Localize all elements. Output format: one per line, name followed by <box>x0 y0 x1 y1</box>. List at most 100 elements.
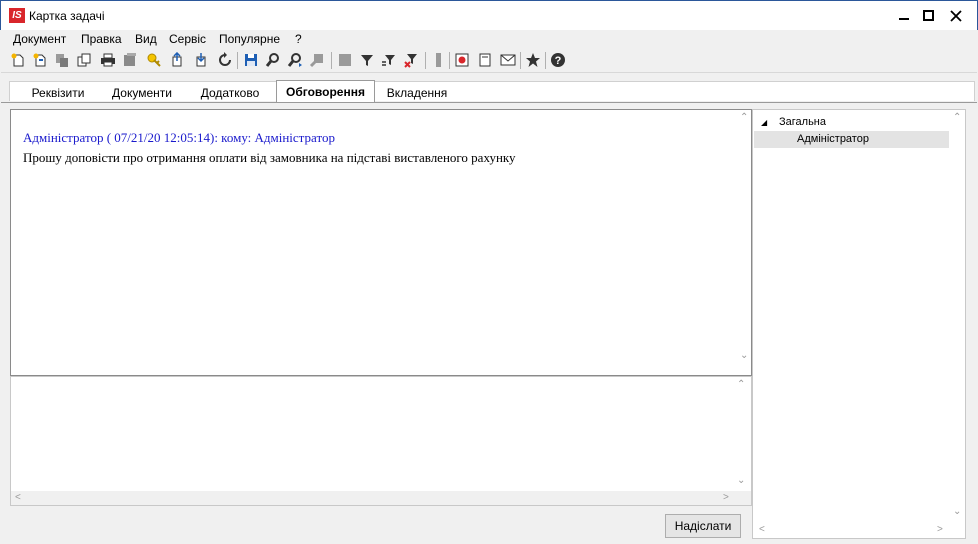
save-icon <box>245 54 257 66</box>
send-button[interactable]: Надіслати <box>665 514 741 538</box>
gray-stack-icon <box>124 53 136 66</box>
import-icon <box>196 53 206 67</box>
menu-popular[interactable]: Популярне <box>219 32 280 46</box>
import-button[interactable] <box>193 52 209 68</box>
maximize-icon <box>922 10 934 21</box>
new-doc-icon <box>11 53 24 67</box>
menu-view[interactable]: Вид <box>135 32 157 46</box>
form-button[interactable] <box>477 52 493 68</box>
app-logo: IS <box>9 8 25 23</box>
scroll-up-icon[interactable]: ⌃ <box>740 112 748 123</box>
message-body: Прошу доповісти про отримання оплати від… <box>23 150 516 165</box>
title-bar: IS Картка задачі <box>0 0 978 30</box>
recipients-tree: ◢ Загальна Адміністратор ⌃ ⌄ < > <box>752 109 966 539</box>
toolbar-separator <box>425 52 426 69</box>
scroll-left-icon[interactable]: < <box>15 492 21 503</box>
window-title: Картка задачі <box>29 9 105 23</box>
tree-vertical-scrollbar[interactable]: ⌃ ⌄ <box>949 110 965 522</box>
mail-button[interactable] <box>500 52 516 68</box>
filter-clear-button[interactable] <box>403 52 419 68</box>
gray-bar-icon <box>436 53 441 67</box>
tab-discussion[interactable]: Обговорення <box>276 80 375 104</box>
save-button[interactable] <box>243 52 259 68</box>
scroll-up-icon[interactable]: ⌃ <box>953 112 961 123</box>
scroll-down-icon[interactable]: ⌄ <box>740 350 748 361</box>
refresh-button[interactable] <box>217 52 233 68</box>
duplicate-icon <box>77 53 91 67</box>
close-icon <box>950 9 962 22</box>
minimize-icon <box>899 17 909 20</box>
record-icon <box>455 53 469 67</box>
gray-pin-icon <box>309 54 323 68</box>
compose-horizontal-scrollbar[interactable]: < > <box>11 491 751 505</box>
toolbar-separator <box>545 52 546 69</box>
scroll-right-icon[interactable]: > <box>937 524 943 535</box>
filter-clear-icon <box>404 54 417 68</box>
find-button[interactable] <box>265 52 281 68</box>
tab-documents[interactable]: Документи <box>102 84 182 102</box>
svg-text:?: ? <box>555 55 562 67</box>
scroll-down-icon[interactable]: ⌄ <box>737 475 745 486</box>
help-button[interactable]: ? <box>550 52 566 68</box>
filter-icon <box>361 55 373 66</box>
new-copy-button[interactable] <box>32 52 48 68</box>
toolbar-separator <box>449 52 450 69</box>
new-doc-button[interactable] <box>10 52 26 68</box>
scroll-right-icon[interactable]: > <box>723 492 729 503</box>
menu-bar: Документ Правка Вид Сервіс Популярне ? <box>1 30 977 48</box>
compose-vertical-scrollbar[interactable]: ⌃ ⌄ <box>733 377 751 491</box>
scroll-down-icon[interactable]: ⌄ <box>953 506 961 517</box>
menu-edit[interactable]: Правка <box>81 32 122 46</box>
tree-item-administrator[interactable]: Адміністратор <box>754 131 949 148</box>
compose-box: ⌃ ⌄ < > <box>10 376 752 506</box>
tab-additional[interactable]: Додатково <box>186 84 274 102</box>
new-copy-icon <box>33 53 46 67</box>
toolbar-separator <box>331 52 332 69</box>
copy-gray-button[interactable] <box>54 52 70 68</box>
scroll-left-icon[interactable]: < <box>759 524 765 535</box>
gray-bar-button[interactable] <box>431 52 447 68</box>
tree-group-label: Загальна <box>779 116 826 128</box>
filter-edit-button[interactable] <box>381 52 397 68</box>
expand-arrow-icon[interactable]: ◢ <box>761 118 767 127</box>
gray-square-button[interactable] <box>337 52 353 68</box>
tree-group[interactable]: ◢ Загальна <box>761 116 957 132</box>
tree-item-label: Адміністратор <box>797 133 869 145</box>
filter-edit-icon <box>382 55 395 66</box>
record-button[interactable] <box>454 52 470 68</box>
find-icon <box>265 53 279 67</box>
refresh-icon <box>219 52 231 66</box>
gray-pin-button[interactable] <box>309 52 325 68</box>
mail-icon <box>500 54 516 66</box>
export-button[interactable] <box>169 52 185 68</box>
key-icon <box>147 53 161 67</box>
export-icon <box>172 52 182 67</box>
duplicate-button[interactable] <box>76 52 92 68</box>
tab-requisites[interactable]: Реквізити <box>18 84 98 102</box>
menu-service[interactable]: Сервіс <box>169 32 206 46</box>
filter-button[interactable] <box>359 52 375 68</box>
help-icon: ? <box>551 53 565 67</box>
menu-help[interactable]: ? <box>295 32 302 46</box>
message-header: Адміністратор ( 07/21/20 12:05:14): кому… <box>23 130 335 145</box>
favorite-star-icon <box>526 53 540 67</box>
gray-stack-button[interactable] <box>122 52 138 68</box>
message-history[interactable]: Адміністратор ( 07/21/20 12:05:14): кому… <box>10 109 752 376</box>
favorite-button[interactable] <box>525 52 541 68</box>
copy-gray-icon <box>56 54 68 67</box>
toolbar-separator <box>520 52 521 69</box>
gray-square-icon <box>339 54 351 66</box>
tab-attachments[interactable]: Вкладення <box>376 84 458 102</box>
print-button[interactable] <box>100 52 116 68</box>
compose-input[interactable] <box>11 377 731 491</box>
find-next-icon <box>287 53 302 67</box>
close-button[interactable] <box>941 1 971 30</box>
scroll-up-icon[interactable]: ⌃ <box>737 379 745 390</box>
print-icon <box>101 53 115 67</box>
menu-document[interactable]: Документ <box>13 32 66 46</box>
tree-horizontal-scrollbar[interactable]: < > <box>753 522 965 538</box>
toolbar: ? <box>1 48 977 73</box>
maximize-button[interactable] <box>913 1 943 30</box>
key-button[interactable] <box>146 52 162 68</box>
find-next-button[interactable] <box>287 52 303 68</box>
